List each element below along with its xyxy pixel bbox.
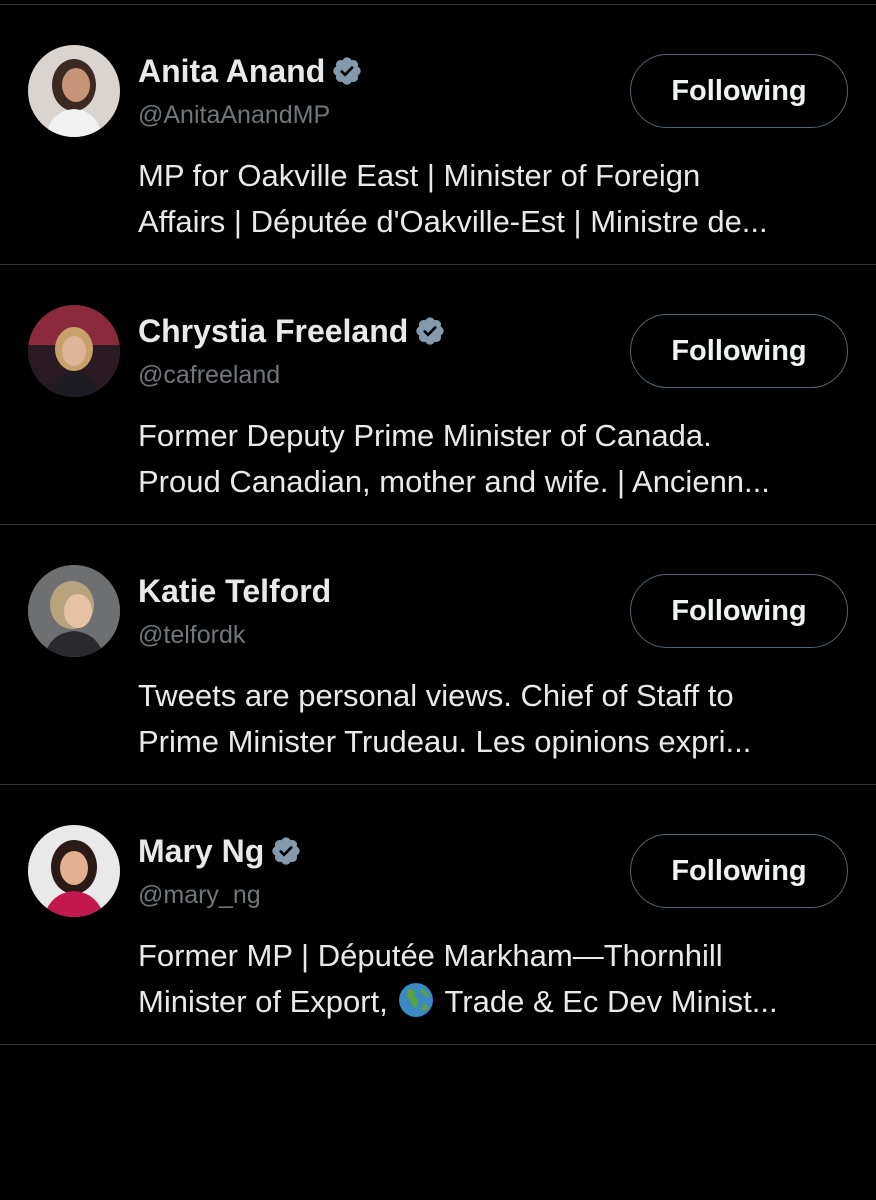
user-row-chrystia-freeland[interactable]: Chrystia Freeland @cafreeland Following … bbox=[0, 265, 876, 525]
user-handle: @AnitaAnandMP bbox=[138, 101, 331, 129]
name-line: Anita Anand bbox=[138, 49, 363, 93]
user-bio: Former Deputy Prime Minister of Canada. … bbox=[138, 413, 854, 505]
bio-line-1: MP for Oakville East | Minister of Forei… bbox=[138, 158, 701, 193]
bio-line-2: Minister of Export, Trade & Ec Dev Minis… bbox=[138, 979, 854, 1025]
bio-line-1: Former Deputy Prime Minister of Canada. bbox=[138, 418, 712, 453]
bio-line-1: Tweets are personal views. Chief of Staf… bbox=[138, 678, 734, 713]
user-bio: Tweets are personal views. Chief of Staf… bbox=[138, 673, 854, 765]
bio-line-2: Affairs | Députée d'Oakville-Est | Minis… bbox=[138, 204, 768, 239]
following-button[interactable]: Following bbox=[630, 834, 848, 908]
display-name[interactable]: Anita Anand bbox=[138, 53, 325, 90]
name-line: Chrystia Freeland bbox=[138, 309, 446, 353]
bio-line-1: Former MP | Députée Markham—Thornhill bbox=[138, 938, 723, 973]
name-line: Mary Ng bbox=[138, 829, 302, 873]
avatar-photo bbox=[28, 45, 120, 137]
user-row-anita-anand[interactable]: Anita Anand @AnitaAnandMP Following MP f… bbox=[0, 5, 876, 265]
verified-badge-icon bbox=[416, 317, 444, 345]
avatar[interactable] bbox=[28, 825, 120, 917]
user-row-mary-ng[interactable]: Mary Ng @mary_ng Following Former MP | D… bbox=[0, 785, 876, 1045]
avatar[interactable] bbox=[28, 45, 120, 137]
name-line: Katie Telford bbox=[138, 569, 331, 613]
user-row-katie-telford[interactable]: Katie Telford @telfordk Following Tweets… bbox=[0, 525, 876, 785]
following-button[interactable]: Following bbox=[630, 54, 848, 128]
verified-badge-icon bbox=[333, 57, 361, 85]
user-bio: MP for Oakville East | Minister of Forei… bbox=[138, 153, 854, 245]
user-handle: @mary_ng bbox=[138, 881, 261, 909]
following-button[interactable]: Following bbox=[630, 314, 848, 388]
display-name[interactable]: Chrystia Freeland bbox=[138, 313, 408, 350]
bio-line-2: Prime Minister Trudeau. Les opinions exp… bbox=[138, 724, 752, 759]
display-name[interactable]: Katie Telford bbox=[138, 573, 331, 610]
bio-text-after-globe: Trade & Ec Dev Minist... bbox=[444, 984, 778, 1019]
following-button[interactable]: Following bbox=[630, 574, 848, 648]
avatar[interactable] bbox=[28, 565, 120, 657]
display-name[interactable]: Mary Ng bbox=[138, 833, 264, 870]
avatar-photo bbox=[28, 565, 120, 657]
verified-badge-icon bbox=[272, 837, 300, 865]
user-handle: @telfordk bbox=[138, 621, 246, 649]
bio-line-2: Proud Canadian, mother and wife. | Ancie… bbox=[138, 464, 770, 499]
avatar-photo bbox=[28, 305, 120, 397]
avatar[interactable] bbox=[28, 305, 120, 397]
globe-emoji-icon bbox=[399, 983, 434, 1017]
user-bio: Former MP | Députée Markham—Thornhill Mi… bbox=[138, 933, 854, 1025]
user-handle: @cafreeland bbox=[138, 361, 281, 389]
bio-text-before-globe: Minister of Export, bbox=[138, 984, 388, 1019]
avatar-photo bbox=[28, 825, 120, 917]
following-list: Anita Anand @AnitaAnandMP Following MP f… bbox=[0, 0, 876, 1200]
